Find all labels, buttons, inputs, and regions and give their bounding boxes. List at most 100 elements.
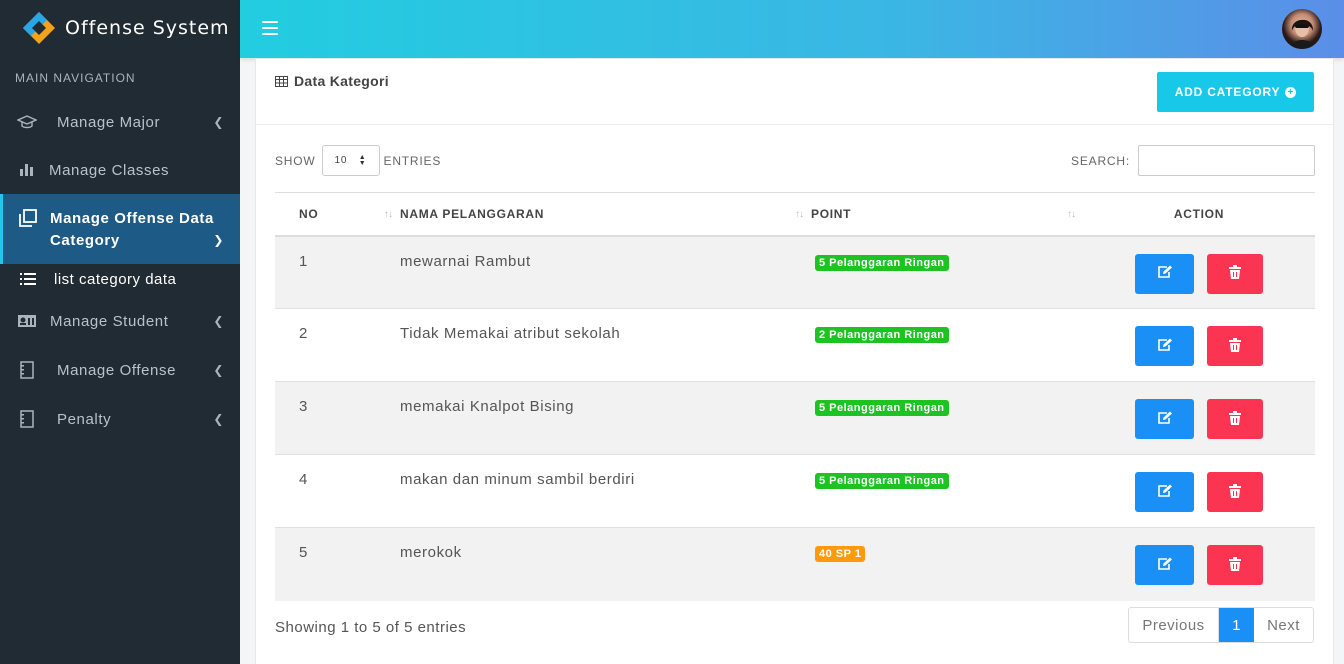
entries-value: 10 <box>334 155 348 166</box>
category-table: NO ↑↓ NAMA PELANGGARAN ↑↓ POINT ↑↓ ACTION 1… <box>275 192 1315 601</box>
table-row: 1 mewarnai Rambut 5 Pelanggaran Ringan <box>275 235 1315 309</box>
column-header-label: NAMA PELANGGARAN <box>400 206 545 221</box>
sidebar-item-manage-offense[interactable]: Manage Offense ❮ <box>0 346 240 394</box>
list-icon <box>20 273 36 285</box>
edit-button[interactable] <box>1135 472 1194 512</box>
delete-button[interactable] <box>1207 472 1263 512</box>
trash-icon <box>1229 410 1241 428</box>
sidebar-item-penalty[interactable]: Penalty ❮ <box>0 395 240 443</box>
nav-header: MAIN NAVIGATION <box>15 71 136 85</box>
sidebar-item-label: Manage Offense <box>57 361 177 379</box>
cell-no: 2 <box>275 308 400 382</box>
previous-button[interactable]: Previous <box>1129 608 1219 642</box>
edit-icon <box>1157 265 1173 282</box>
sidebar-item-label: Manage Classes <box>49 161 170 179</box>
column-header-point[interactable]: POINT ↑↓ <box>811 192 1083 237</box>
chevron-left-icon: ❮ <box>213 412 224 426</box>
app-title: Offense System <box>65 17 230 39</box>
notebook-icon <box>17 360 37 380</box>
plus-circle-icon: + <box>1285 86 1297 98</box>
delete-button[interactable] <box>1207 326 1263 366</box>
edit-button[interactable] <box>1135 253 1194 294</box>
sidebar: Offense System MAIN NAVIGATION Manage Ma… <box>0 0 240 664</box>
card-header: Data Kategori ADD CATEGORY + <box>256 59 1333 125</box>
add-category-label: ADD CATEGORY <box>1174 85 1281 99</box>
column-header-label: POINT <box>811 206 852 221</box>
entries-label: ENTRIES <box>383 153 442 168</box>
search-area: SEARCH: <box>1071 145 1315 176</box>
cell-nama: makan dan minum sambil berdiri <box>400 454 811 528</box>
point-badge: 5 Pelanggaran Ringan <box>815 254 949 271</box>
add-category-button[interactable]: ADD CATEGORY + <box>1157 72 1314 112</box>
table-row: 5 merokok 40 SP 1 <box>275 527 1315 601</box>
graduation-cap-icon <box>17 112 37 132</box>
trash-icon <box>1229 265 1241 282</box>
edit-button[interactable] <box>1135 399 1194 439</box>
table-info: Showing 1 to 5 of 5 entries <box>275 619 467 636</box>
brand[interactable]: Offense System <box>0 0 240 56</box>
delete-button[interactable] <box>1207 253 1263 294</box>
cell-no: 5 <box>275 527 400 601</box>
column-header-label: ACTION <box>1173 206 1225 221</box>
show-entries: SHOW 10 ▲ ▼ ENTRIES <box>275 145 441 176</box>
cell-no: 1 <box>275 235 400 309</box>
entries-select[interactable]: 10 ▲ ▼ <box>321 145 380 176</box>
trash-icon <box>1229 556 1241 574</box>
next-button[interactable]: Next <box>1254 608 1313 642</box>
avatar[interactable] <box>1282 9 1322 49</box>
sidebar-item-label: Manage Offense Data Category <box>50 210 214 249</box>
edit-icon <box>1157 484 1173 501</box>
search-input[interactable] <box>1138 145 1315 176</box>
column-header-no[interactable]: NO ↑↓ <box>275 192 400 237</box>
sort-arrows-icon: ▲ ▼ <box>358 154 367 167</box>
edit-icon <box>1157 338 1173 355</box>
sidebar-subitem-label: list category data <box>54 270 177 288</box>
table-icon <box>275 75 288 87</box>
table-row: 2 Tidak Memakai atribut sekolah 2 Pelang… <box>275 308 1315 382</box>
point-badge: 2 Pelanggaran Ringan <box>815 327 949 343</box>
search-label: SEARCH: <box>1071 153 1130 168</box>
show-label: SHOW <box>275 153 316 168</box>
notebook-icon <box>17 409 37 429</box>
page-1-button[interactable]: 1 <box>1219 608 1254 642</box>
sort-icon: ↑↓ <box>1067 209 1076 220</box>
id-card-icon <box>17 311 37 331</box>
edit-button[interactable] <box>1135 326 1194 366</box>
column-header-label: NO <box>299 206 319 221</box>
hamburger-menu-icon[interactable] <box>262 21 278 35</box>
chevron-left-icon: ❮ <box>213 115 224 129</box>
table-toolbar: SHOW 10 ▲ ▼ ENTRIES SEARCH: <box>275 145 1315 177</box>
chevron-down-icon: ❯ <box>213 233 224 247</box>
sort-icon: ↑↓ <box>384 209 393 220</box>
point-badge: 40 SP 1 <box>815 546 866 562</box>
sidebar-item-label: Manage Student <box>50 312 169 330</box>
sidebar-item-manage-major[interactable]: Manage Major ❮ <box>0 98 240 146</box>
edit-button[interactable] <box>1135 545 1194 585</box>
copy-icon <box>18 208 38 228</box>
topbar <box>240 0 1344 58</box>
chevron-left-icon: ❮ <box>213 314 224 328</box>
sidebar-item-manage-offense-data-category[interactable]: Manage Offense Data Category ❯ <box>0 194 240 264</box>
trash-icon <box>1229 483 1241 501</box>
sidebar-item-label: Manage Major <box>57 113 161 131</box>
point-badge: 5 Pelanggaran Ringan <box>815 400 949 416</box>
sidebar-item-manage-classes[interactable]: Manage Classes <box>0 146 240 194</box>
table-row: 3 memakai Knalpot Bising 5 Pelanggaran R… <box>275 381 1315 455</box>
column-header-nama[interactable]: NAMA PELANGGARAN ↑↓ <box>400 192 811 237</box>
delete-button[interactable] <box>1207 399 1263 439</box>
cell-no: 4 <box>275 454 400 528</box>
trash-icon <box>1229 337 1241 355</box>
card-title-text: Data Kategori <box>294 73 389 89</box>
chevron-left-icon: ❮ <box>213 363 224 377</box>
cell-nama: Tidak Memakai atribut sekolah <box>400 308 811 382</box>
cell-nama: merokok <box>400 527 811 601</box>
column-header-action: ACTION <box>1083 192 1315 237</box>
sidebar-subitem-list-category-data[interactable]: list category data <box>0 264 240 294</box>
bar-chart-icon <box>17 160 37 180</box>
sidebar-item-manage-student[interactable]: Manage Student ❮ <box>0 297 240 345</box>
delete-button[interactable] <box>1207 545 1263 585</box>
card-title: Data Kategori <box>275 73 389 89</box>
cell-no: 3 <box>275 381 400 455</box>
cell-nama: memakai Knalpot Bising <box>400 381 811 455</box>
cell-nama: mewarnai Rambut <box>400 235 811 309</box>
